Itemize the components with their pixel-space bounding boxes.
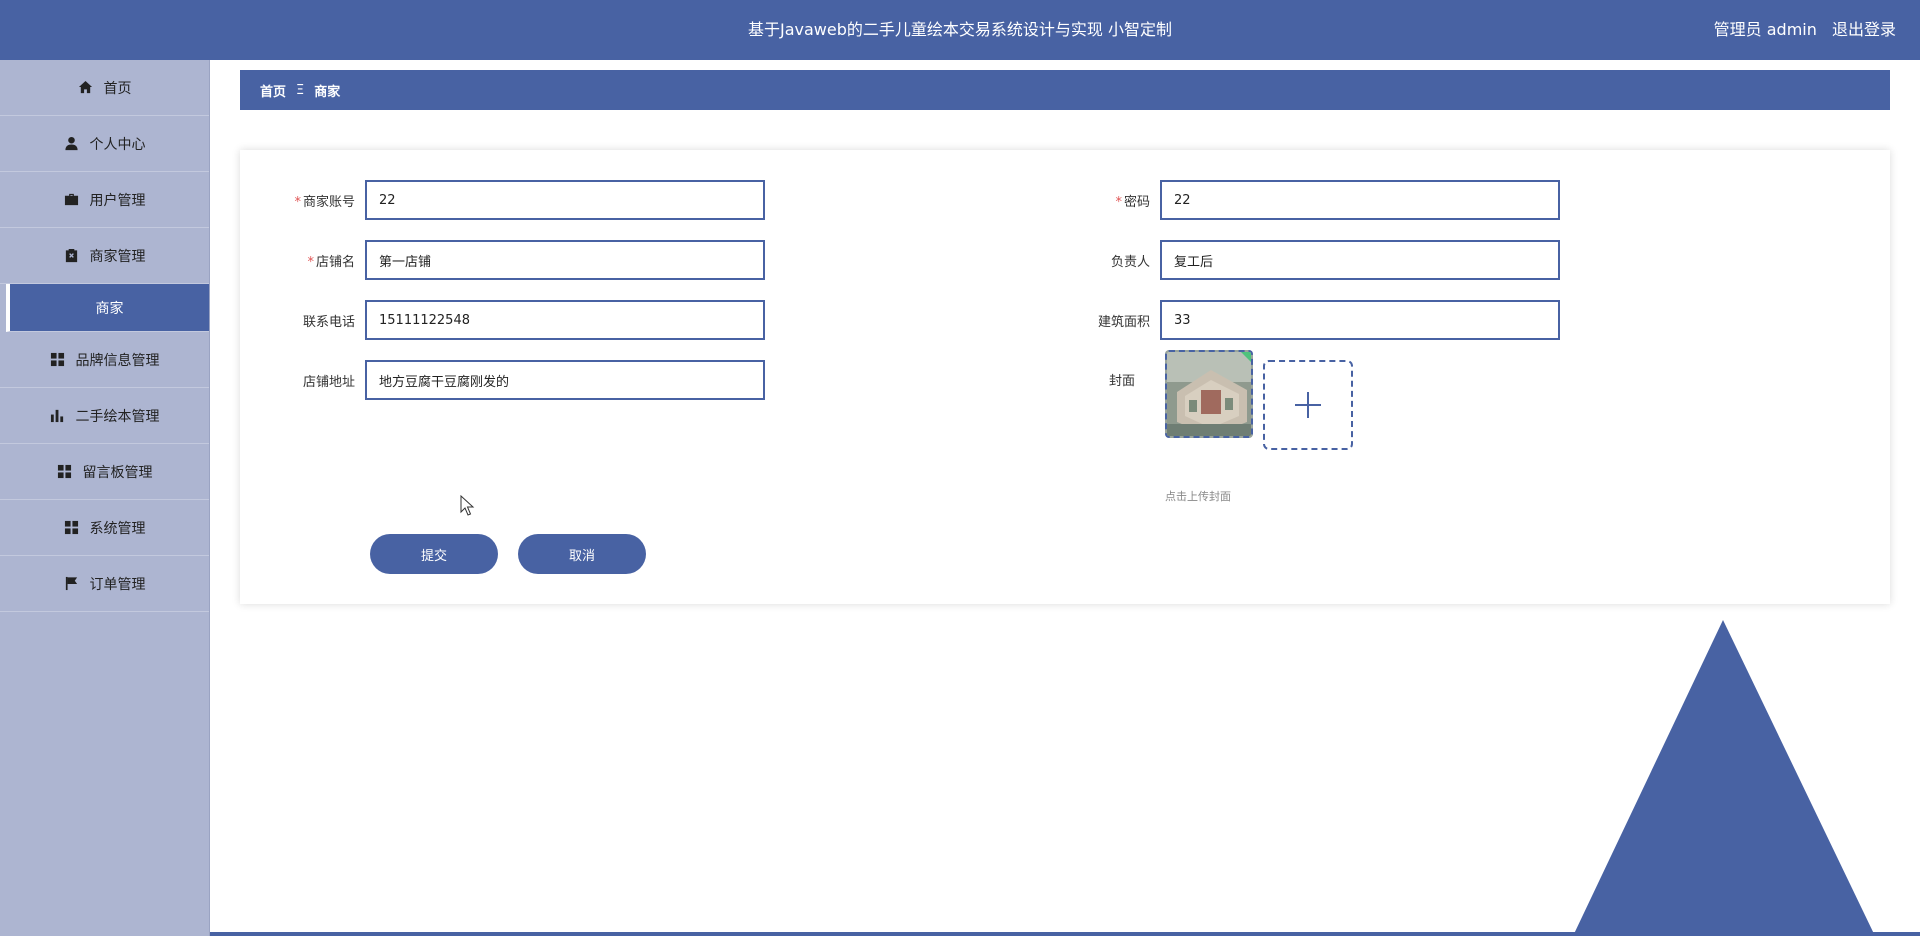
plus-icon: [1295, 392, 1321, 418]
sidebar-item-label: 个人中心: [89, 136, 146, 153]
app-title: 基于Javaweb的二手儿童绘本交易系统设计与实现 小智定制: [748, 20, 1172, 39]
bottom-divider: [210, 932, 1920, 936]
sidebar-item-home[interactable]: 首页: [0, 60, 209, 116]
sidebar-item-label: 首页: [103, 80, 132, 97]
merchant-form-card: *商家账号 *密码 *店铺名 负责人 联系电话 建筑面积 店铺地址 封面: [240, 150, 1890, 604]
sidebar-item-label: 商家管理: [89, 248, 146, 265]
address-input[interactable]: [365, 360, 765, 400]
area-field: 建筑面积: [1040, 300, 1560, 340]
sidebar-item-label: 二手绘本管理: [75, 408, 160, 425]
sidebar-item-orders[interactable]: 订单管理: [0, 556, 209, 612]
sidebar: 首页 个人中心 用户管理 商家管理 商家 品牌信息管理 二手绘本管理 留言板管理…: [0, 60, 210, 936]
shop-name-input[interactable]: [365, 240, 765, 280]
cover-upload-button[interactable]: [1263, 360, 1353, 450]
logout-link[interactable]: 退出登录: [1832, 20, 1896, 39]
mouse-cursor-icon: [460, 495, 475, 516]
account-field: * 商家账号: [245, 180, 765, 220]
sidebar-item-profile[interactable]: 个人中心: [0, 116, 209, 172]
manager-input[interactable]: [1160, 240, 1560, 280]
decorative-triangle: [1573, 620, 1875, 936]
cancel-button[interactable]: 取消: [518, 534, 646, 574]
cover-upload-hint: 点击上传封面: [1165, 490, 1231, 503]
address-label: 店铺地址: [302, 374, 355, 390]
grid-icon: [50, 352, 66, 368]
sidebar-item-message-board[interactable]: 留言板管理: [0, 444, 209, 500]
sidebar-subitem-merchant[interactable]: 商家: [6, 284, 209, 332]
sidebar-item-label: 系统管理: [89, 520, 146, 537]
briefcase-icon: [64, 192, 80, 208]
cover-label: 封面: [1108, 374, 1135, 389]
manager-field: 负责人: [1040, 240, 1560, 280]
current-user-label: 管理员 admin: [1713, 20, 1817, 39]
phone-input[interactable]: [365, 300, 765, 340]
cover-image-icon: [1167, 352, 1251, 436]
password-input[interactable]: [1160, 180, 1560, 220]
phone-label: 联系电话: [302, 314, 355, 330]
home-icon: [78, 80, 94, 96]
password-field: * 密码: [1040, 180, 1560, 220]
sidebar-item-users[interactable]: 用户管理: [0, 172, 209, 228]
password-label: * 密码: [1115, 194, 1150, 210]
user-area: 管理员 admin 退出登录: [1704, 0, 1896, 60]
account-label: * 商家账号: [294, 194, 355, 210]
top-bar: 基于Javaweb的二手儿童绘本交易系统设计与实现 小智定制 管理员 admin…: [0, 0, 1920, 60]
breadcrumb-home[interactable]: 首页: [260, 81, 286, 100]
account-input[interactable]: [365, 180, 765, 220]
breadcrumb: 首页 Ξ 商家: [240, 70, 1890, 110]
area-label: 建筑面积: [1097, 314, 1150, 330]
breadcrumb-current: 商家: [314, 84, 341, 100]
grid-icon: [57, 464, 73, 480]
address-field: 店铺地址: [245, 360, 765, 400]
bar-chart-icon: [50, 408, 66, 424]
grid-icon: [64, 520, 80, 536]
shop-name-label: * 店铺名: [307, 254, 355, 270]
breadcrumb-separator: Ξ: [296, 82, 305, 98]
area-input[interactable]: [1160, 300, 1560, 340]
clipboard-icon: [64, 248, 80, 264]
shop-name-field: * 店铺名: [245, 240, 765, 280]
user-icon: [64, 136, 80, 152]
sidebar-item-label: 留言板管理: [82, 464, 153, 481]
sidebar-item-picture-books[interactable]: 二手绘本管理: [0, 388, 209, 444]
sidebar-item-system[interactable]: 系统管理: [0, 500, 209, 556]
sidebar-item-label: 用户管理: [89, 192, 146, 209]
submit-button[interactable]: 提交: [370, 534, 498, 574]
sidebar-item-merchants[interactable]: 商家管理: [0, 228, 209, 284]
sidebar-item-brand-info[interactable]: 品牌信息管理: [0, 332, 209, 388]
cover-thumbnail[interactable]: [1165, 350, 1253, 438]
flag-icon: [64, 576, 80, 592]
sidebar-item-label: 品牌信息管理: [75, 352, 160, 369]
sidebar-item-label: 订单管理: [89, 576, 146, 593]
manager-label: 负责人: [1110, 254, 1150, 270]
phone-field: 联系电话: [245, 300, 765, 340]
